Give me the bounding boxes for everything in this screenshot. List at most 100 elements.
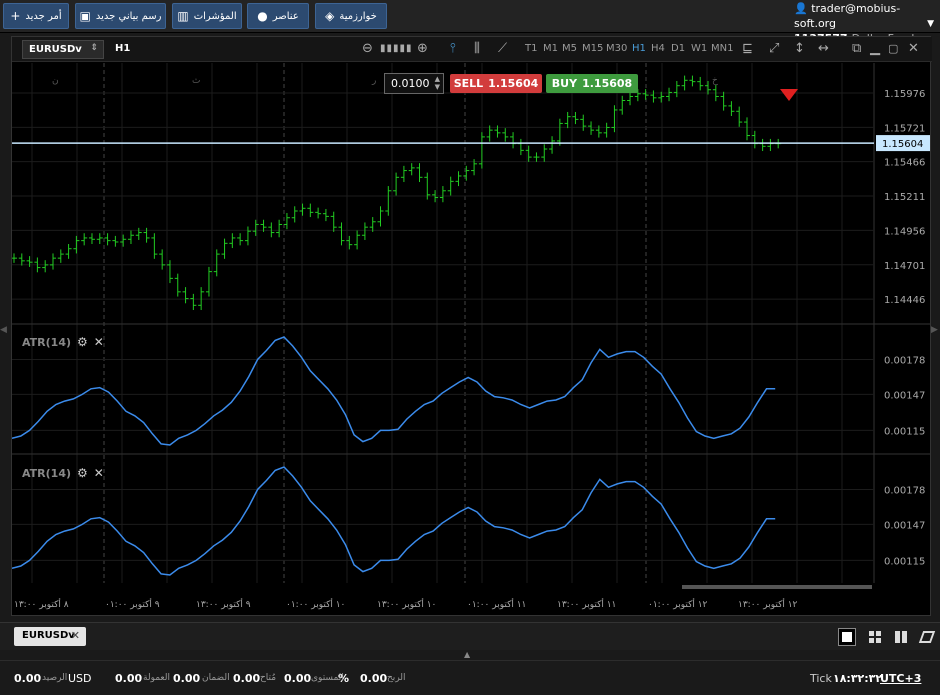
zoom-slider-icon[interactable]: ▮▮▮▮▮ <box>380 43 413 54</box>
price-tick: 1.15466 <box>884 158 925 169</box>
time-tick: ١٠ أكتوبر ٠١:٠٠ <box>286 598 345 610</box>
diamond-icon: ◈ <box>325 9 335 23</box>
indicator-settings-icon[interactable]: ⊑ <box>742 41 753 56</box>
timeframe-t1[interactable]: T1 <box>525 43 537 54</box>
new-order-label: أمر جديد <box>25 10 62 22</box>
profit-value: 0.00 <box>360 672 388 685</box>
tick-label[interactable]: Tick <box>810 672 832 685</box>
atr-tick: 0.00147 <box>884 390 925 401</box>
status-bar: 0.00 الرصيد USD 0.00 العمولة 0.00 الضمان… <box>0 660 940 695</box>
buy-price: 1.15608 <box>582 77 633 90</box>
horizontal-scrollbar[interactable] <box>682 585 872 589</box>
gear-icon[interactable]: ⚙ <box>77 466 88 480</box>
chart-grid <box>12 63 930 583</box>
layout-single-icon[interactable] <box>838 628 856 646</box>
timeframe-d1[interactable]: D1 <box>671 43 685 54</box>
timezone[interactable]: UTC+3 <box>880 672 921 685</box>
chevron-updown-icon: ⇕ <box>90 43 98 53</box>
timeframe-mn1[interactable]: MN1 <box>711 43 733 54</box>
time-tick: ٩ أكتوبر ٠١:٠٠ <box>105 598 160 610</box>
sell-button[interactable]: SELL 1.15604 <box>450 74 542 93</box>
chart-header: EURUSDv ⇕ H1 ⊖ ▮▮▮▮▮ ⊕ ⫯ ⫼ ⟋ T1 M1 M5 M15 M3… <box>12 37 932 62</box>
time-tick: ١١ أكتوبر ١٣:٠٠ <box>557 598 616 610</box>
layout-grid-icon[interactable] <box>866 628 884 646</box>
zoom-in-icon[interactable]: ⊕ <box>417 41 428 56</box>
price-candles <box>12 75 874 311</box>
chart-window: EURUSDv ⇕ H1 ⊖ ▮▮▮▮▮ ⊕ ⫯ ⫼ ⟋ T1 M1 M5 M15 M3… <box>11 36 932 616</box>
elements-label: عناصر <box>272 10 299 22</box>
atr-indicator-label-2: ATR(14) ⚙ ✕ <box>22 466 104 480</box>
bar-chart-type-icon[interactable]: ⫯ <box>450 41 456 56</box>
algorithms-button[interactable]: ◈ خوارزمية <box>315 3 387 29</box>
balance-label: الرصيد <box>42 673 68 683</box>
right-scroll-arrow-icon[interactable]: ▶ <box>931 325 938 335</box>
price-tick: 1.14956 <box>884 226 925 237</box>
atr-line <box>12 466 776 576</box>
line-chart-type-icon[interactable]: ⟋ <box>498 41 507 56</box>
chart-icon: ▣ <box>79 9 91 23</box>
buy-label: BUY <box>551 77 578 90</box>
timeframe-m30[interactable]: M30 <box>606 43 627 54</box>
lot-value: 0.0100 <box>391 77 430 90</box>
price-tick: 1.14701 <box>884 261 925 272</box>
price-tick: 1.14446 <box>884 295 925 306</box>
chart-axes: 1.15976 1.15721 1.15466 1.15211 1.14956 1.147… <box>14 76 930 610</box>
level-value: 0.00 <box>284 672 312 685</box>
free-margin-label: مُتاح <box>260 673 277 683</box>
layout-columns-icon[interactable] <box>892 628 910 646</box>
trading-app: + أمر جديد ▣ رسم بياني جديد ▥ المؤشرات ●… <box>0 0 940 695</box>
atr-tick: 0.00147 <box>884 520 925 531</box>
close-icon[interactable]: ✕ <box>71 629 80 642</box>
timeframe-w1[interactable]: W1 <box>691 43 707 54</box>
autoscroll-icon[interactable]: ⤢ <box>769 41 779 56</box>
time-tick: ١٠ أكتوبر ١٣:٠٠ <box>377 598 436 610</box>
candle-chart-type-icon[interactable]: ⫼ <box>474 41 480 56</box>
horizontal-scale-icon[interactable]: ↔ <box>818 41 829 56</box>
timeframe-m5[interactable]: M5 <box>562 43 577 54</box>
sell-marker-icon <box>780 89 798 101</box>
timeframe-h1[interactable]: H1 <box>632 43 646 54</box>
zoom-out-icon[interactable]: ⊖ <box>362 41 373 56</box>
atr-panel-1: 0.00178 0.00147 0.00115 <box>12 336 925 446</box>
panel-toggle-icon[interactable]: ▲ <box>464 650 470 659</box>
gear-icon[interactable]: ⚙ <box>77 335 88 349</box>
time-tick: ١٢ أكتوبر ٠١:٠٠ <box>648 598 708 610</box>
balance-value: 0.00 <box>14 672 42 685</box>
buy-button[interactable]: BUY 1.15608 <box>546 74 638 93</box>
time-tick: ٩ أكتوبر ١٣:٠٠ <box>196 598 251 610</box>
elements-button[interactable]: ● عناصر <box>247 3 309 29</box>
timeframe-m15[interactable]: M15 <box>582 43 603 54</box>
algorithms-label: خوارزمية <box>339 10 377 22</box>
lot-size-input[interactable]: 0.0100 ▲ ▼ <box>384 73 444 94</box>
price-tick: 1.15211 <box>884 192 925 203</box>
timeframe-m1[interactable]: M1 <box>543 43 558 54</box>
shapes-icon: ● <box>257 9 268 23</box>
margin-label: الضمان <box>202 673 230 683</box>
vertical-scale-icon[interactable]: ↕ <box>794 41 805 56</box>
new-order-button[interactable]: + أمر جديد <box>3 3 69 29</box>
timeframe-h4[interactable]: H4 <box>651 43 665 54</box>
atr-line <box>12 336 776 446</box>
left-scroll-arrow-icon[interactable]: ◀ <box>0 325 7 335</box>
minimize-icon[interactable]: ▁ <box>870 41 880 56</box>
chart-tabs-bar: EURUSDv ✕ <box>0 622 940 650</box>
close-icon[interactable]: ✕ <box>94 466 104 480</box>
chart-plot[interactable]: 0.001780.001470.00115 0.001780.001470.00… <box>12 63 930 615</box>
bid-price-tag-text: 1.15604 <box>882 139 923 150</box>
account-user: trader@mobius-soft.org <box>794 2 901 30</box>
time-tick: ١١ أكتوبر ٠١:٠٠ <box>467 598 526 610</box>
atr-tick: 0.00115 <box>884 556 925 567</box>
layout-rows-icon[interactable] <box>918 628 936 646</box>
detach-window-icon[interactable]: ⧉ <box>852 41 861 56</box>
close-icon[interactable]: ✕ <box>94 335 104 349</box>
free-margin-value: 0.00 <box>233 672 261 685</box>
day-marker: ن <box>52 76 59 86</box>
close-icon[interactable]: ✕ <box>908 41 919 56</box>
indicators-button[interactable]: ▥ المؤشرات <box>172 3 242 29</box>
profit-label: الربح <box>387 673 406 683</box>
symbol-select[interactable]: EURUSDv ⇕ <box>22 40 104 59</box>
new-chart-button[interactable]: ▣ رسم بياني جديد <box>75 3 166 29</box>
chart-tab[interactable]: EURUSDv ✕ <box>14 627 86 646</box>
user-icon: 👤 <box>794 2 808 15</box>
maximize-icon[interactable]: ▢ <box>888 42 898 55</box>
